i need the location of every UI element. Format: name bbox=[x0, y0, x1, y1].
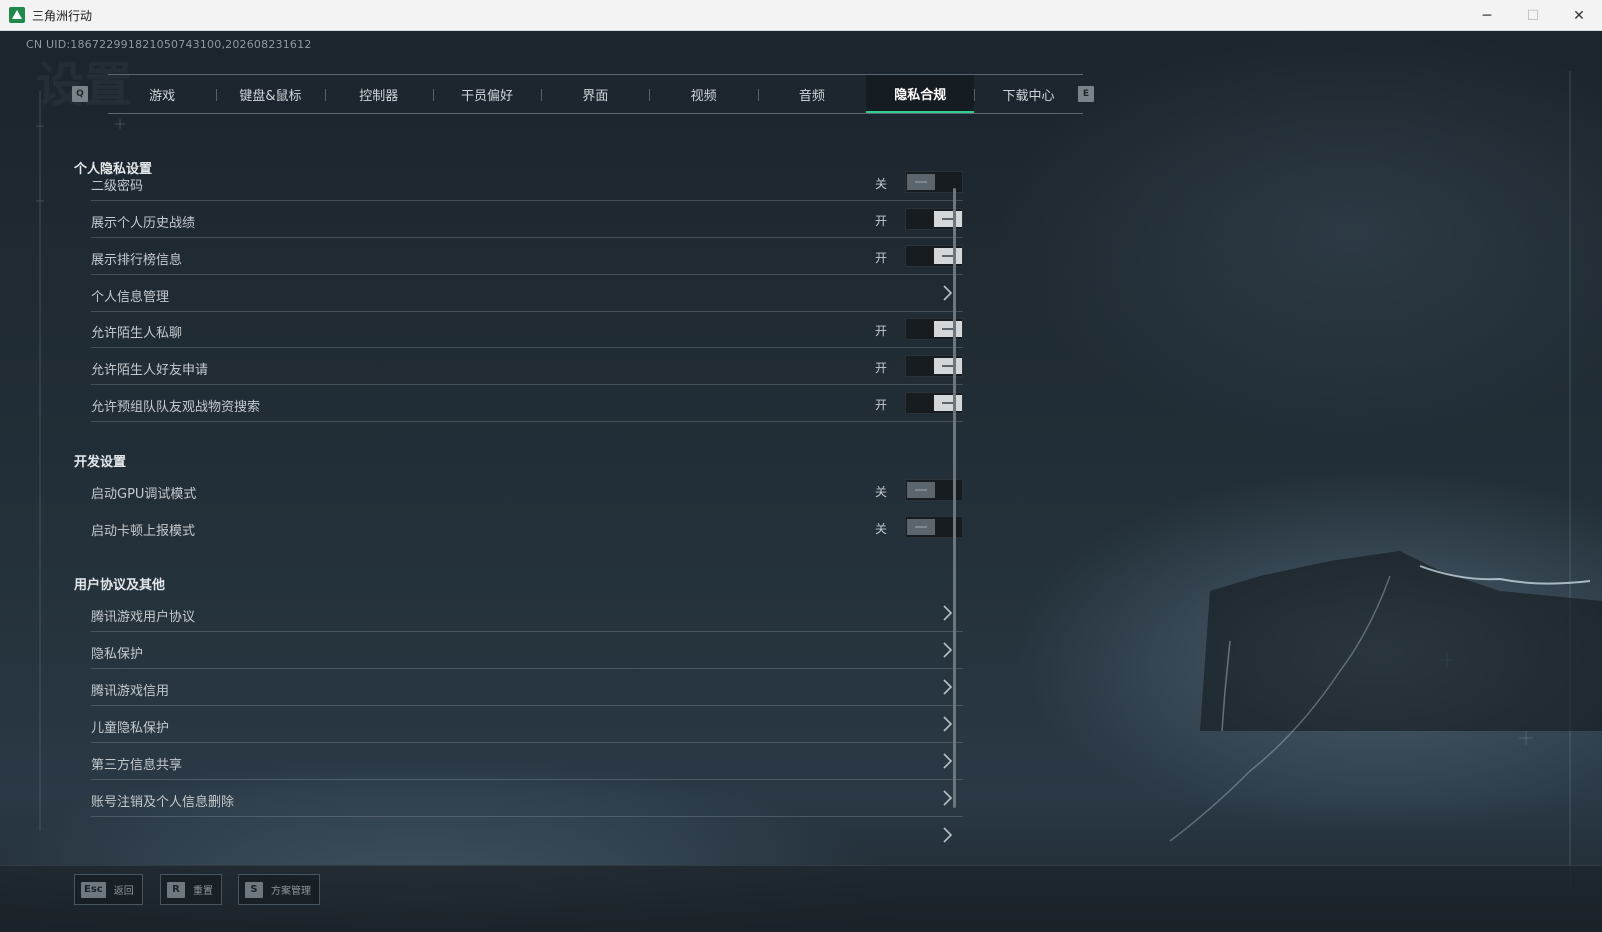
row-label: 儿童隐私保护 bbox=[91, 721, 170, 736]
row-label: 展示排行榜信息 bbox=[91, 253, 183, 268]
settings-tabbar: 游戏 键盘&鼠标 控制器 干员偏好 界面 视频 音频 隐私合规 下载中心 bbox=[108, 74, 1083, 114]
section-title-dev: 开发设置 bbox=[74, 455, 127, 470]
toggle-state-label: 关 bbox=[875, 177, 888, 191]
toggle-state-label: 开 bbox=[875, 214, 888, 228]
row-label: 账号注销及个人信息删除 bbox=[91, 795, 235, 810]
toggle-state-label: 开 bbox=[875, 324, 888, 338]
maximize-button[interactable]: ☐ bbox=[1510, 0, 1556, 31]
tab-download-center[interactable]: 下载中心 bbox=[974, 75, 1082, 113]
minimize-button[interactable]: ─ bbox=[1464, 0, 1510, 31]
toggle-knob bbox=[934, 248, 962, 264]
prev-tab-key[interactable]: Q bbox=[72, 86, 88, 102]
section-title-agreements: 用户协议及其他 bbox=[74, 578, 166, 593]
row-user-agreement[interactable]: 腾讯游戏用户协议 bbox=[91, 595, 963, 632]
toggle-knob bbox=[934, 395, 962, 411]
back-label: 返回 bbox=[113, 886, 134, 897]
row-label: 第三方信息共享 bbox=[91, 758, 183, 773]
row-allow-stranger-chat: 允许陌生人私聊 开 bbox=[91, 311, 963, 348]
row-stutter-report: 启动卡顿上报模式 关 bbox=[91, 509, 963, 546]
row-child-privacy[interactable]: 儿童隐私保护 bbox=[91, 706, 963, 743]
tab-controller[interactable]: 控制器 bbox=[324, 75, 433, 113]
row-allow-teammate-spectate: 允许预组队队友观战物资搜索 开 bbox=[91, 385, 963, 422]
toggle-state-label: 关 bbox=[875, 522, 888, 536]
settings-panel: 个人隐私设置 二级密码 关 展示个人历史战绩 开 展示排行榜信息 开 个人信息管… bbox=[74, 158, 974, 878]
row-show-leaderboard: 展示排行榜信息 开 bbox=[91, 238, 963, 275]
row-label: 启动GPU调试模式 bbox=[91, 487, 197, 502]
toggle-knob bbox=[907, 174, 935, 190]
toggle-state-label: 关 bbox=[875, 485, 888, 499]
toggle-state-label: 开 bbox=[875, 398, 888, 412]
row-label: 允许预组队队友观战物资搜索 bbox=[91, 400, 261, 415]
game-viewport: 设置 CN UID:18672299182105074310​0,2026082… bbox=[0, 31, 1602, 932]
row-secondary-password: 二级密码 关 bbox=[91, 171, 963, 201]
footer-bar: Esc 返回 R 重置 S 方案管理 bbox=[0, 865, 1602, 932]
next-tab-key[interactable]: E bbox=[1078, 86, 1094, 102]
tab-video[interactable]: 视频 bbox=[649, 75, 757, 113]
row-truncated[interactable] bbox=[91, 817, 963, 854]
scheme-management-button[interactable]: S 方案管理 bbox=[238, 874, 320, 905]
window-titlebar: 三角洲行动 ─ ☐ ✕ bbox=[0, 0, 1602, 31]
row-gpu-debug: 启动GPU调试模式 关 bbox=[91, 472, 963, 509]
toggle-knob bbox=[907, 519, 935, 535]
tab-privacy-compliance[interactable]: 隐私合规 bbox=[866, 75, 975, 113]
row-allow-stranger-friend-request: 允许陌生人好友申请 开 bbox=[91, 348, 963, 385]
reset-button[interactable]: R 重置 bbox=[160, 874, 222, 905]
r-key-icon: R bbox=[167, 881, 185, 898]
toggle-knob bbox=[934, 321, 962, 337]
toggle-knob bbox=[934, 211, 962, 227]
tab-audio[interactable]: 音频 bbox=[757, 75, 866, 113]
row-account-deletion[interactable]: 账号注销及个人信息删除 bbox=[91, 780, 963, 817]
row-label: 二级密码 bbox=[91, 179, 144, 194]
row-label: 个人信息管理 bbox=[91, 290, 170, 305]
uid-text: CN UID:18672299182105074310​0,2026082316… bbox=[26, 38, 312, 51]
row-game-credit[interactable]: 腾讯游戏信用 bbox=[91, 669, 963, 706]
row-label: 允许陌生人私聊 bbox=[91, 326, 183, 341]
settings-scrollbar[interactable] bbox=[953, 188, 956, 808]
scheme-management-label: 方案管理 bbox=[271, 886, 311, 897]
chevron-right-icon bbox=[943, 827, 953, 843]
close-button[interactable]: ✕ bbox=[1556, 0, 1602, 31]
tab-keyboard-mouse[interactable]: 键盘&鼠标 bbox=[216, 75, 324, 113]
s-key-icon: S bbox=[245, 881, 263, 898]
back-button[interactable]: Esc 返回 bbox=[74, 874, 143, 905]
toggle-state-label: 开 bbox=[875, 361, 888, 375]
toggle-knob bbox=[934, 358, 962, 374]
app-logo-icon bbox=[9, 7, 25, 23]
row-third-party-sharing[interactable]: 第三方信息共享 bbox=[91, 743, 963, 780]
row-label: 腾讯游戏信用 bbox=[91, 684, 170, 699]
toggle-state-label: 开 bbox=[875, 251, 888, 265]
window-controls: ─ ☐ ✕ bbox=[1464, 0, 1602, 31]
tab-interface[interactable]: 界面 bbox=[541, 75, 649, 113]
row-label: 腾讯游戏用户协议 bbox=[91, 610, 196, 625]
row-privacy-protection[interactable]: 隐私保护 bbox=[91, 632, 963, 669]
esc-key-icon: Esc bbox=[81, 881, 106, 898]
tab-game[interactable]: 游戏 bbox=[108, 75, 216, 113]
toggle-knob bbox=[907, 482, 935, 498]
row-label: 隐私保护 bbox=[91, 647, 144, 662]
row-personal-info-management[interactable]: 个人信息管理 bbox=[91, 275, 963, 312]
row-show-history: 展示个人历史战绩 开 bbox=[91, 201, 963, 238]
row-label: 启动卡顿上报模式 bbox=[91, 524, 196, 539]
reset-label: 重置 bbox=[193, 886, 213, 897]
tab-operator-preferences[interactable]: 干员偏好 bbox=[432, 75, 541, 113]
row-label: 展示个人历史战绩 bbox=[91, 216, 196, 231]
row-label: 允许陌生人好友申请 bbox=[91, 363, 209, 378]
window-title: 三角洲行动 bbox=[32, 8, 93, 23]
